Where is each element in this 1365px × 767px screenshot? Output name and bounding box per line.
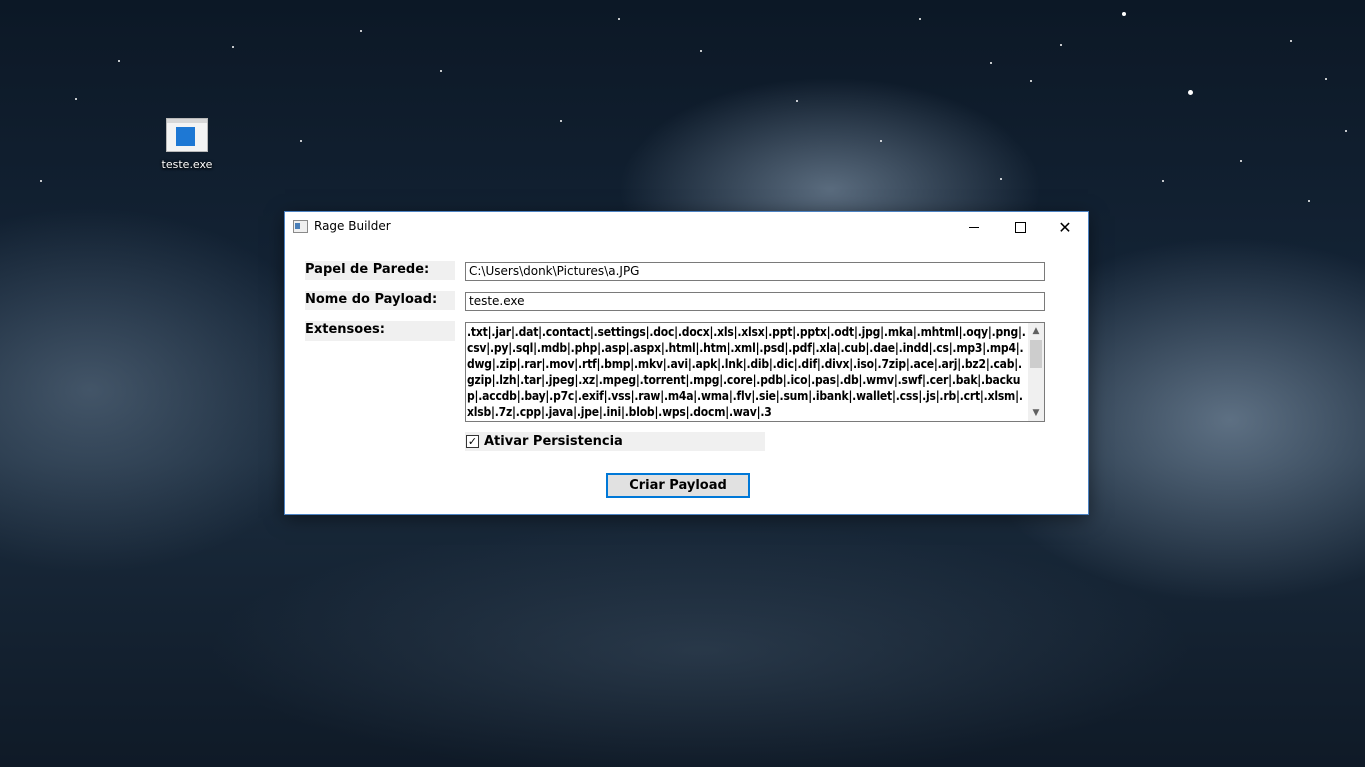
- title-bar[interactable]: Rage Builder ✕: [285, 212, 1088, 242]
- persistence-checkbox[interactable]: ✓: [466, 435, 479, 448]
- scroll-up-arrow-icon[interactable]: ▲: [1028, 323, 1044, 339]
- scroll-down-arrow-icon[interactable]: ▼: [1028, 405, 1044, 421]
- close-button[interactable]: ✕: [1042, 212, 1088, 242]
- payload-name-label: Nome do Payload:: [305, 291, 455, 310]
- maximize-icon: [1014, 221, 1026, 233]
- create-payload-button[interactable]: Criar Payload: [606, 473, 750, 498]
- payload-name-input[interactable]: teste.exe: [465, 292, 1045, 311]
- minimize-icon: [969, 226, 979, 228]
- minimize-button[interactable]: [951, 212, 997, 242]
- extensions-scrollbar[interactable]: ▲ ▼: [1028, 323, 1044, 421]
- persistence-label: Ativar Persistencia: [484, 434, 623, 449]
- wallpaper-label: Papel de Parede:: [305, 261, 455, 280]
- close-icon: ✕: [1058, 217, 1072, 237]
- desktop-icon-teste-exe[interactable]: teste.exe: [150, 112, 224, 171]
- extensions-label: Extensoes:: [305, 321, 455, 341]
- extensions-textarea[interactable]: .txt|.jar|.dat|.contact|.settings|.doc|.…: [465, 322, 1045, 422]
- desktop-icon-label: teste.exe: [161, 158, 213, 171]
- app-window-icon: [293, 220, 308, 233]
- rage-builder-window: Rage Builder ✕ Papel de Parede: C:\Users…: [285, 212, 1088, 514]
- persistence-option[interactable]: ✓ Ativar Persistencia: [465, 432, 765, 451]
- wallpaper-path-input[interactable]: C:\Users\donk\Pictures\a.JPG: [465, 262, 1045, 281]
- maximize-button[interactable]: [997, 212, 1043, 242]
- window-title: Rage Builder: [314, 219, 391, 233]
- executable-file-icon: [166, 118, 208, 152]
- scrollbar-thumb[interactable]: [1030, 340, 1042, 368]
- extensions-text[interactable]: .txt|.jar|.dat|.contact|.settings|.doc|.…: [467, 324, 1027, 420]
